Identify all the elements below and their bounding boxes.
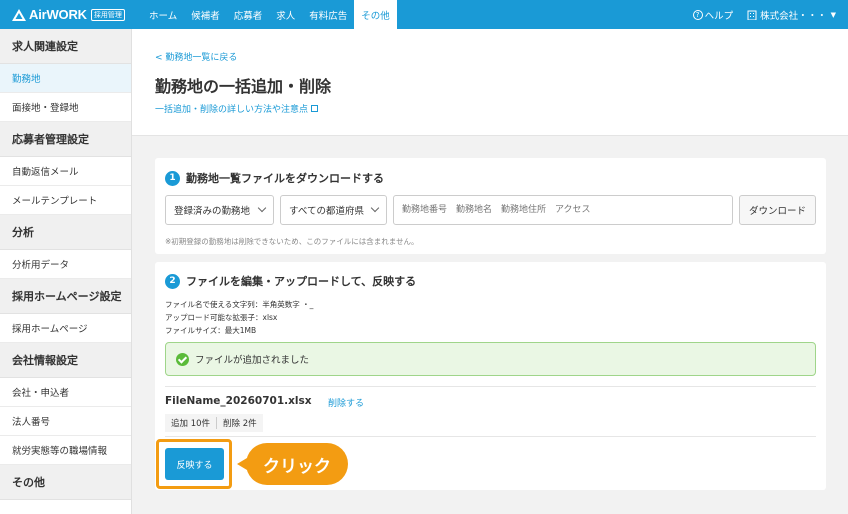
logo-text: AirWORK bbox=[29, 7, 87, 22]
detail-link[interactable]: 一括追加・削除の詳しい方法や注意点 bbox=[155, 102, 319, 115]
chevron-left-icon: < bbox=[155, 53, 166, 63]
divider bbox=[165, 386, 816, 387]
sidebar: 求人関連設定 勤務地 面接地・登録地 応募者管理設定 自動返信メール メールテン… bbox=[0, 29, 132, 514]
file-counts: 追加 10件 削除 2件 bbox=[165, 414, 263, 432]
sidebar-item-interview-location[interactable]: 面接地・登録地 bbox=[0, 93, 131, 122]
sidebar-item-workplace-info[interactable]: 就労実態等の職場情報 bbox=[0, 436, 131, 465]
sidebar-item-company-applicant[interactable]: 会社・申込者 bbox=[0, 378, 131, 407]
sidebar-heading-applicant-settings: 応募者管理設定 bbox=[0, 122, 131, 157]
success-message: ファイルが追加されました bbox=[195, 355, 310, 366]
step1-number-badge: 1 bbox=[165, 170, 180, 186]
sidebar-item-corporate-number[interactable]: 法人番号 bbox=[0, 407, 131, 436]
step1-card: 1 勤務地一覧ファイルをダウンロードする 登録済みの勤務地 すべての都道府県 ダ… bbox=[155, 158, 826, 254]
top-navigation-bar: AirWORK 採用管理 ホーム 候補者 応募者 求人 有料広告 その他 ? ヘ… bbox=[0, 0, 848, 29]
filename-chars-info: ファイル名で使える文字列：半角英数字 ・_ bbox=[165, 300, 314, 309]
divider bbox=[165, 436, 816, 437]
external-link-icon bbox=[311, 105, 319, 112]
filesize-info: ファイルサイズ：最大1MB bbox=[165, 326, 257, 335]
logo-triangle-icon bbox=[12, 8, 26, 21]
added-count: 追加 10件 bbox=[171, 419, 211, 429]
detail-link-label: 一括追加・削除の詳しい方法や注意点 bbox=[155, 105, 309, 115]
sidebar-item-mail-template[interactable]: メールテンプレート bbox=[0, 186, 131, 215]
airwork-logo[interactable]: AirWORK 採用管理 bbox=[0, 7, 142, 22]
upload-requirements: ファイル名で使える文字列：半角英数字 ・_ アップロード可能な拡張子：xlsx … bbox=[165, 298, 313, 337]
sidebar-heading-company-info: 会社情報設定 bbox=[0, 343, 131, 378]
prefecture-select-value: すべての都道府県 bbox=[289, 206, 364, 217]
nav-other[interactable]: その他 bbox=[354, 0, 397, 29]
top-right-menu: ? ヘルプ 株式会社・・・ ▼ bbox=[692, 8, 848, 22]
step1-title: 勤務地一覧ファイルをダウンロードする bbox=[186, 172, 384, 185]
location-search-input[interactable] bbox=[393, 195, 733, 225]
chevron-down-icon bbox=[370, 203, 380, 213]
step1-header: 1 勤務地一覧ファイルをダウンロードする bbox=[165, 170, 384, 186]
building-icon bbox=[747, 10, 757, 20]
check-circle-icon bbox=[176, 352, 189, 366]
nav-paid-ads[interactable]: 有料広告 bbox=[302, 0, 354, 29]
nav-home[interactable]: ホーム bbox=[142, 0, 184, 29]
help-link[interactable]: ? ヘルプ bbox=[692, 8, 734, 22]
logo-badge: 採用管理 bbox=[90, 8, 125, 21]
location-type-select[interactable]: 登録済みの勤務地 bbox=[165, 195, 274, 225]
count-separator bbox=[216, 417, 218, 429]
sidebar-item-auto-reply-mail[interactable]: 自動返信メール bbox=[0, 157, 131, 186]
sidebar-heading-job-settings: 求人関連設定 bbox=[0, 29, 131, 64]
prefecture-select[interactable]: すべての都道府県 bbox=[280, 195, 387, 225]
sidebar-heading-recruit-homepage-settings: 採用ホームページ設定 bbox=[0, 279, 131, 314]
step2-number-badge: 2 bbox=[165, 273, 180, 289]
download-note: ※初期登録の勤務地は削除できないため、このファイルには含まれません。 bbox=[165, 237, 419, 246]
sidebar-heading-other: その他 bbox=[0, 465, 131, 500]
download-button[interactable]: ダウンロード bbox=[739, 195, 816, 225]
deleted-count: 削除 2件 bbox=[223, 419, 257, 429]
back-link[interactable]: < 勤務地一覧に戻る bbox=[155, 50, 237, 63]
company-label: 株式会社・・・ bbox=[760, 10, 827, 22]
chevron-down-icon bbox=[257, 203, 267, 213]
chevron-down-icon: ▼ bbox=[830, 10, 836, 19]
sidebar-item-recruit-homepage[interactable]: 採用ホームページ bbox=[0, 314, 131, 343]
nav-candidates[interactable]: 候補者 bbox=[184, 0, 227, 29]
sidebar-heading-analysis: 分析 bbox=[0, 215, 131, 250]
company-menu[interactable]: 株式会社・・・ ▼ bbox=[747, 8, 836, 22]
delete-file-link[interactable]: 削除する bbox=[328, 396, 364, 409]
nav-jobs[interactable]: 求人 bbox=[269, 0, 302, 29]
page-header: < 勤務地一覧に戻る 勤務地の一括追加・削除 一括追加・削除の詳しい方法や注意点 bbox=[132, 29, 848, 136]
back-link-label: 勤務地一覧に戻る bbox=[165, 53, 238, 63]
success-alert: ファイルが追加されました bbox=[165, 342, 816, 376]
sidebar-item-analysis-data[interactable]: 分析用データ bbox=[0, 250, 131, 279]
main-nav: ホーム 候補者 応募者 求人 有料広告 その他 bbox=[142, 0, 397, 29]
nav-applicants[interactable]: 応募者 bbox=[227, 0, 270, 29]
help-label: ヘルプ bbox=[704, 10, 734, 22]
question-icon: ? bbox=[692, 9, 703, 20]
page-title: 勤務地の一括追加・削除 bbox=[155, 77, 332, 96]
uploaded-file-name: FileName_20260701.xlsx bbox=[165, 395, 312, 407]
extension-info: アップロード可能な拡張子：xlsx bbox=[165, 313, 278, 322]
location-type-select-value: 登録済みの勤務地 bbox=[174, 206, 251, 217]
click-callout: クリック bbox=[237, 443, 348, 485]
step2-header: 2 ファイルを編集・アップロードして、反映する bbox=[165, 273, 416, 289]
step2-title: ファイルを編集・アップロードして、反映する bbox=[186, 275, 417, 288]
sidebar-item-work-location[interactable]: 勤務地 bbox=[0, 64, 131, 93]
apply-button[interactable]: 反映する bbox=[165, 448, 224, 480]
